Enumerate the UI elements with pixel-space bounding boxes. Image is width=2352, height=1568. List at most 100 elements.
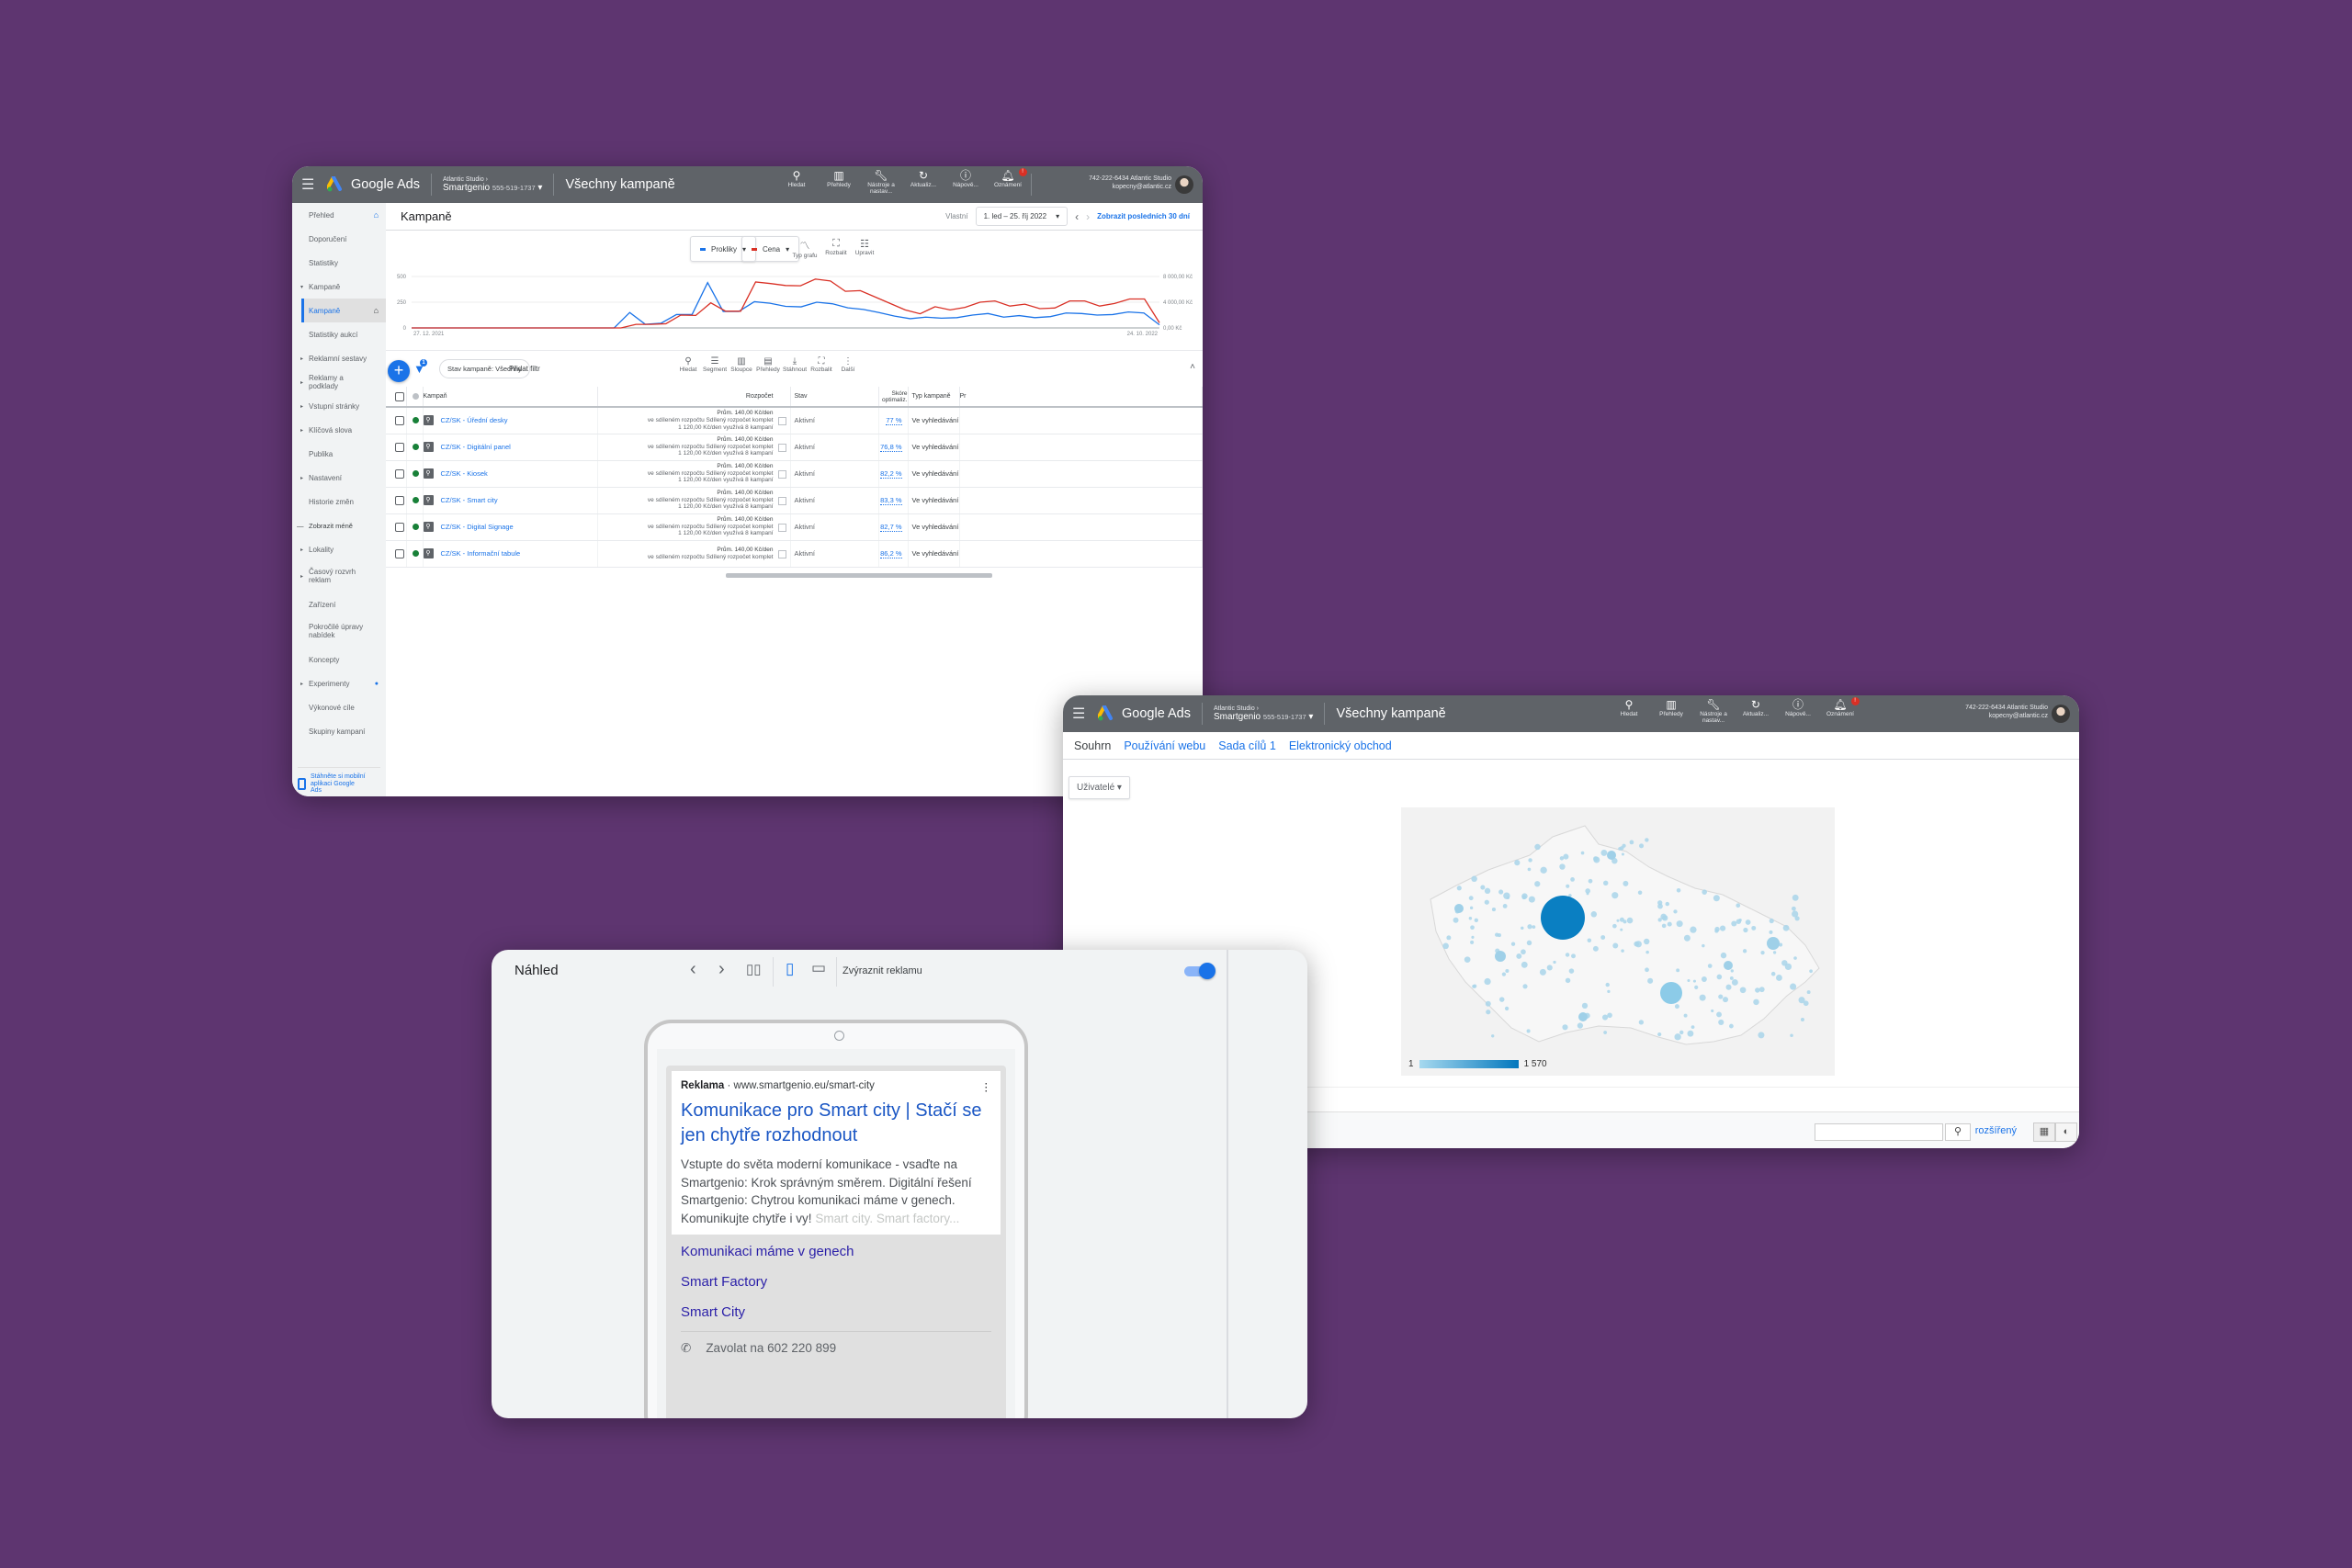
sidebar-item[interactable]: Lokality: [292, 537, 386, 561]
help-button[interactable]: ⓘ Nápově...: [945, 170, 986, 189]
filter-icon[interactable]: ▼ 1: [413, 359, 427, 376]
opt-score-cell[interactable]: 82,2 %: [878, 460, 909, 488]
status-enabled-dot[interactable]: [412, 470, 419, 477]
edit-budget-icon[interactable]: [777, 443, 786, 452]
chart-adjust-button[interactable]: ☷ Upravit: [849, 238, 880, 256]
sidebar-item[interactable]: Přehled ⌂: [292, 203, 386, 227]
notifications-button[interactable]: 🔔︎! Oznámení: [988, 168, 1028, 189]
campaign-name-link[interactable]: CZ/SK - Informační tabule: [441, 549, 521, 558]
next-icon[interactable]: ›: [718, 959, 725, 980]
hamburger-menu-icon[interactable]: ☰: [1072, 705, 1092, 723]
sidebar-item[interactable]: Vstupní stránky: [292, 394, 386, 418]
table-search-input[interactable]: [1815, 1123, 1943, 1141]
budget-cell[interactable]: Prům. 140,00 Kč/den ve sdíleném rozpočtu …: [597, 407, 791, 434]
refresh-button[interactable]: ↻ Aktualiz...: [903, 170, 944, 189]
edit-budget-icon[interactable]: [777, 417, 786, 425]
pie-view-icon[interactable]: ◐: [2055, 1122, 2077, 1142]
row-checkbox[interactable]: [395, 522, 404, 532]
edit-budget-icon[interactable]: [777, 523, 786, 532]
status-enabled-dot[interactable]: [412, 524, 419, 530]
col-next[interactable]: Pr: [959, 387, 1203, 408]
city-bubble-large[interactable]: [1767, 937, 1780, 950]
sidebar-item[interactable]: Nastavení: [292, 466, 386, 490]
sloupce-tool-button[interactable]: ▥ Sloupce: [728, 356, 755, 373]
city-bubble-large[interactable]: [1724, 961, 1733, 970]
sidebar-item[interactable]: Časový rozvrh reklam: [292, 561, 386, 592]
sidebar-item[interactable]: Reklamní sestavy: [292, 346, 386, 370]
last-30-days-link[interactable]: Zobrazit posledních 30 dní: [1097, 212, 1190, 220]
google-ads-logo[interactable]: Google Ads: [1098, 705, 1191, 722]
opt-score-cell[interactable]: 86,2 %: [878, 540, 909, 568]
help-button[interactable]: ⓘ Nápově...: [1778, 699, 1818, 718]
avatar[interactable]: [1175, 175, 1193, 194]
sidebar-item[interactable]: Klíčová slova: [292, 418, 386, 442]
status-enabled-dot[interactable]: [412, 550, 419, 557]
row-checkbox[interactable]: [395, 415, 404, 425]
city-bubble-large[interactable]: [1495, 951, 1506, 962]
sidebar-item[interactable]: Publika: [292, 442, 386, 466]
account-switcher[interactable]: Atlantic Studio › Smartgenio 555-519-173…: [1214, 705, 1313, 723]
sidebar-item[interactable]: Statistiky: [292, 251, 386, 275]
date-range-picker[interactable]: 1. led – 25. říj 2022 ▾: [975, 207, 1069, 226]
mobile-app-promo[interactable]: Stáhněte si mobilní aplikaci Google Ads: [298, 766, 380, 795]
next-period-icon[interactable]: ›: [1086, 210, 1090, 223]
další-tool-button[interactable]: ⋮ Další: [834, 356, 862, 373]
table-row[interactable]: ⚲ CZ/SK - Digitální panel Prům. 140,00 Kč/…: [386, 434, 1203, 461]
city-bubble-large[interactable]: [1660, 982, 1682, 1004]
hamburger-menu-icon[interactable]: ☰: [301, 175, 322, 194]
user-info[interactable]: 742-222-6434 Atlantic Studio kopecny@atla…: [1089, 175, 1171, 192]
collapse-icon[interactable]: ˄: [1190, 362, 1195, 372]
campaign-name-link[interactable]: CZ/SK - Digitální panel: [441, 443, 511, 451]
col-campaign[interactable]: Kampaň: [423, 387, 598, 408]
select-all-checkbox[interactable]: [395, 391, 404, 401]
columns-view-icon[interactable]: ▯▯: [746, 961, 762, 977]
account-switcher[interactable]: Atlantic Studio › Smartgenio 555-519-173…: [443, 176, 542, 194]
sidebar-item[interactable]: Historie změn: [292, 490, 386, 513]
sidebar-item[interactable]: Statistiky aukcí: [292, 322, 386, 346]
status-enabled-dot[interactable]: [412, 417, 419, 424]
tab-goal-set[interactable]: Sada cílů 1: [1218, 739, 1276, 752]
stáhnout-tool-button[interactable]: ⤓ Stáhnout: [781, 356, 808, 373]
row-checkbox[interactable]: [395, 442, 404, 452]
refresh-button[interactable]: ↻ Aktualiz...: [1736, 699, 1776, 718]
sidebar-item[interactable]: Kampaně: [292, 275, 386, 299]
sidebar-item[interactable]: Zařízení: [292, 592, 386, 616]
chart-expand-button[interactable]: ⛶ Rozbalit: [820, 238, 852, 256]
add-filter-button[interactable]: Přidat filtr: [509, 365, 540, 373]
přehledy-tool-button[interactable]: ▤ Přehledy: [754, 356, 782, 373]
ad-headline[interactable]: Komunikace pro Smart city | Stačí se jen…: [681, 1099, 991, 1148]
opt-score-cell[interactable]: 83,3 %: [878, 487, 909, 514]
search-button[interactable]: ⚲ Hledat: [1609, 699, 1649, 718]
avatar[interactable]: [2052, 705, 2070, 723]
city-bubble-large[interactable]: [1607, 851, 1616, 860]
highlight-ad-toggle[interactable]: [1182, 962, 1216, 980]
search-button[interactable]: ⚲ Hledat: [776, 170, 817, 189]
sidebar-item[interactable]: Zobrazit méně: [292, 513, 386, 537]
search-icon[interactable]: ⚲: [1945, 1123, 1971, 1141]
mobile-view-icon[interactable]: ▯: [786, 960, 794, 978]
more-options-icon[interactable]: ⋮: [981, 1080, 992, 1093]
sidebar-item[interactable]: Kampaně ⌂: [301, 299, 386, 322]
edit-budget-icon[interactable]: [777, 549, 786, 558]
horizontal-scrollbar[interactable]: [726, 573, 992, 578]
hledat-tool-button[interactable]: ⚲ Hledat: [674, 356, 702, 373]
tab-summary[interactable]: Souhrn: [1074, 739, 1111, 752]
table-row[interactable]: ⚲ CZ/SK - Smart city Prům. 140,00 Kč/den ve…: [386, 487, 1203, 514]
col-budget[interactable]: Rozpočet: [597, 387, 791, 408]
sidebar-item[interactable]: Experimenty●: [292, 671, 386, 695]
budget-cell[interactable]: Prům. 140,00 Kč/den ve sdíleném rozpočtu …: [597, 540, 791, 568]
tab-ecommerce[interactable]: Elektronický obchod: [1289, 739, 1392, 752]
reports-button[interactable]: ▥ Přehledy: [1651, 699, 1691, 718]
status-enabled-dot[interactable]: [412, 444, 419, 450]
chart-type-button[interactable]: 〽 Typ grafu: [789, 238, 820, 259]
sidebar-item[interactable]: Doporučení: [292, 227, 386, 251]
reports-button[interactable]: ▥ Přehledy: [819, 170, 859, 189]
budget-cell[interactable]: Prům. 140,00 Kč/den ve sdíleném rozpočtu …: [597, 434, 791, 461]
tools-button[interactable]: 🔧︎ Nástroje a nastav...: [1693, 699, 1734, 725]
row-checkbox[interactable]: [395, 548, 404, 558]
table-row[interactable]: ⚲ CZ/SK - Digital Signage Prům. 140,00 Kč/…: [386, 513, 1203, 541]
col-campaign-type[interactable]: Typ kampaně: [908, 387, 960, 408]
metric-dropdown[interactable]: Uživatelé ▾: [1069, 776, 1130, 799]
sidebar-item[interactable]: Skupiny kampaní: [292, 719, 386, 743]
opt-score-cell[interactable]: 77 %: [878, 407, 909, 434]
